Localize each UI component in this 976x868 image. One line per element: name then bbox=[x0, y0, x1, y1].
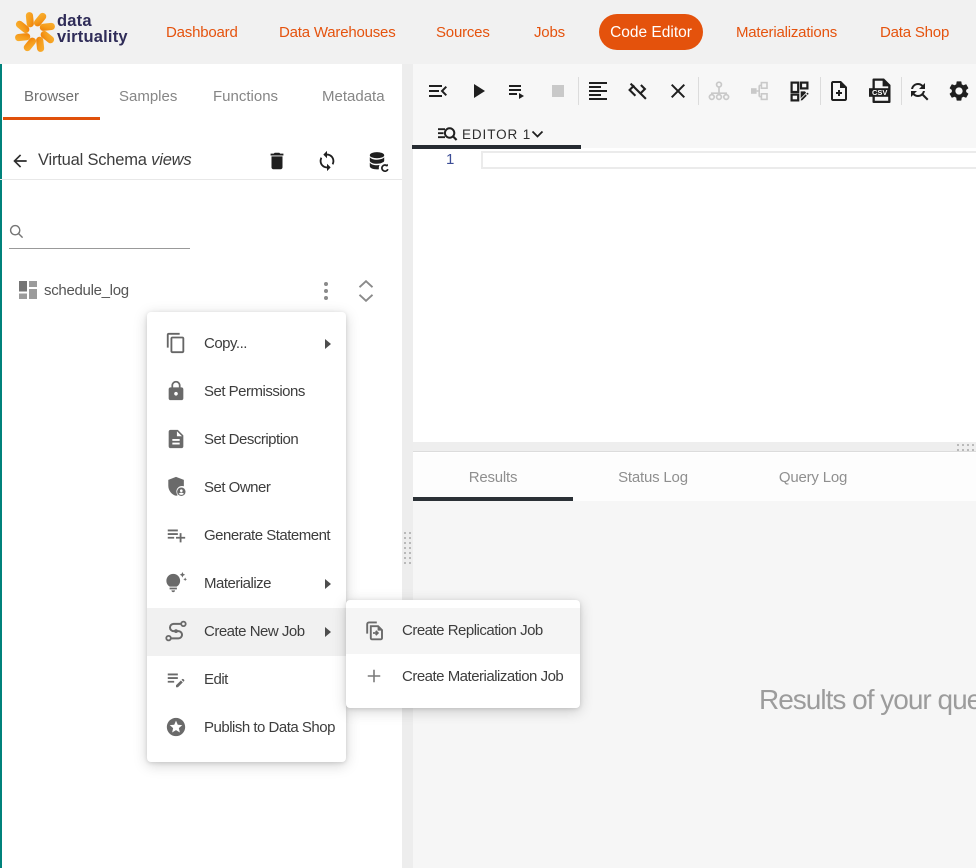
svg-text:CSV: CSV bbox=[872, 88, 887, 97]
